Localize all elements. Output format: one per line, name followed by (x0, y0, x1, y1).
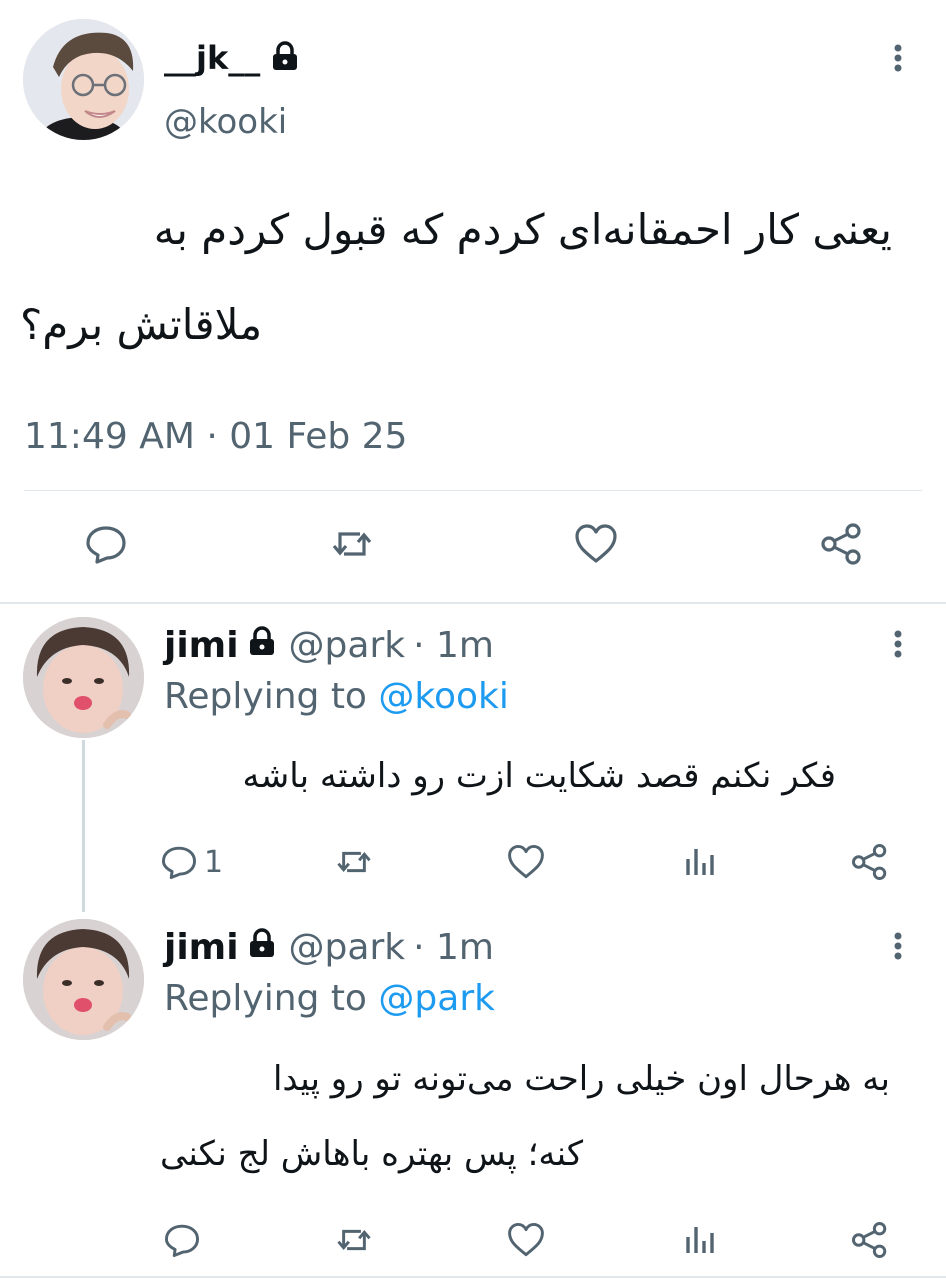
replying-to-link[interactable]: @kooki (378, 676, 508, 717)
user-handle[interactable]: @park (289, 625, 406, 666)
tweet-time[interactable]: · 1m (413, 625, 494, 666)
share-icon (852, 844, 887, 880)
replying-to: Replying to @park (164, 976, 495, 1022)
heart-icon (575, 524, 617, 563)
author-row: jimi @park · 1m (164, 622, 494, 668)
replying-to: Replying to @kooki (164, 674, 509, 720)
user-handle[interactable]: @park (289, 927, 406, 968)
reply-button[interactable] (160, 1218, 204, 1262)
share-icon (852, 1222, 887, 1258)
replying-to-label: Replying to (164, 978, 367, 1019)
tweet-time[interactable]: · 1m (413, 927, 494, 968)
tweet-text-line-1: یعنی کار احمقانه‌ای کردم که قبول کردم به (153, 205, 892, 254)
reply-text-line-1: فکر نکنم قصد شکایت ازت رو داشته باشه (242, 756, 836, 796)
retweet-button[interactable] (332, 1218, 376, 1262)
display-name[interactable]: __jk__ (164, 39, 260, 77)
more-options-icon[interactable] (878, 624, 918, 664)
avatar[interactable] (23, 19, 144, 140)
retweet-button[interactable] (328, 520, 376, 568)
tweet-timestamp[interactable]: 11:49 AM · 01 Feb 25 (24, 415, 407, 459)
divider (24, 490, 922, 491)
share-button[interactable] (818, 520, 866, 568)
lock-icon (270, 40, 300, 76)
display-name[interactable]: jimi (164, 927, 239, 968)
thread-line (82, 740, 85, 912)
retweet-icon (337, 851, 371, 873)
tweet-text-line-2: ملاقاتش برم؟ (20, 300, 263, 349)
user-handle[interactable]: @kooki (164, 102, 287, 142)
heart-icon (508, 1222, 544, 1257)
analytics-icon (686, 1227, 714, 1253)
avatar[interactable] (23, 919, 144, 1040)
reply-icon (161, 846, 197, 880)
more-options-icon[interactable] (878, 926, 918, 966)
section-divider (0, 602, 946, 604)
reply-button[interactable]: 1 (160, 840, 223, 884)
avatar[interactable] (23, 617, 144, 738)
analytics-button[interactable] (678, 1218, 722, 1262)
reply-button[interactable] (82, 520, 130, 568)
more-options-icon[interactable] (878, 38, 918, 78)
author-row: __jk__ (164, 38, 300, 78)
like-button[interactable] (572, 520, 620, 568)
lock-icon (247, 927, 277, 968)
reply-count: 1 (204, 844, 224, 880)
analytics-button[interactable] (678, 840, 722, 884)
replying-to-label: Replying to (164, 676, 367, 717)
share-button[interactable] (848, 840, 892, 884)
author-row: jimi @park · 1m (164, 924, 494, 970)
retweet-icon (332, 532, 372, 556)
replying-to-link[interactable]: @park (378, 978, 495, 1019)
share-icon (821, 523, 861, 565)
lock-icon (247, 625, 277, 666)
reply-icon (86, 526, 126, 564)
share-button[interactable] (848, 1218, 892, 1262)
reply-text-line-2: کنه؛ پس بهتره باهاش لج نکنی (160, 1134, 584, 1174)
display-name[interactable]: jimi (164, 625, 239, 666)
reply-text-line-1: به هرحال اون خیلی راحت می‌تونه تو رو پید… (272, 1059, 890, 1099)
analytics-icon (686, 849, 714, 875)
retweet-button[interactable] (332, 840, 376, 884)
like-button[interactable] (504, 1218, 548, 1262)
retweet-icon (337, 1229, 371, 1251)
heart-icon (508, 844, 544, 879)
bottom-divider (0, 1276, 946, 1278)
like-button[interactable] (504, 840, 548, 884)
reply-icon (164, 1224, 200, 1258)
